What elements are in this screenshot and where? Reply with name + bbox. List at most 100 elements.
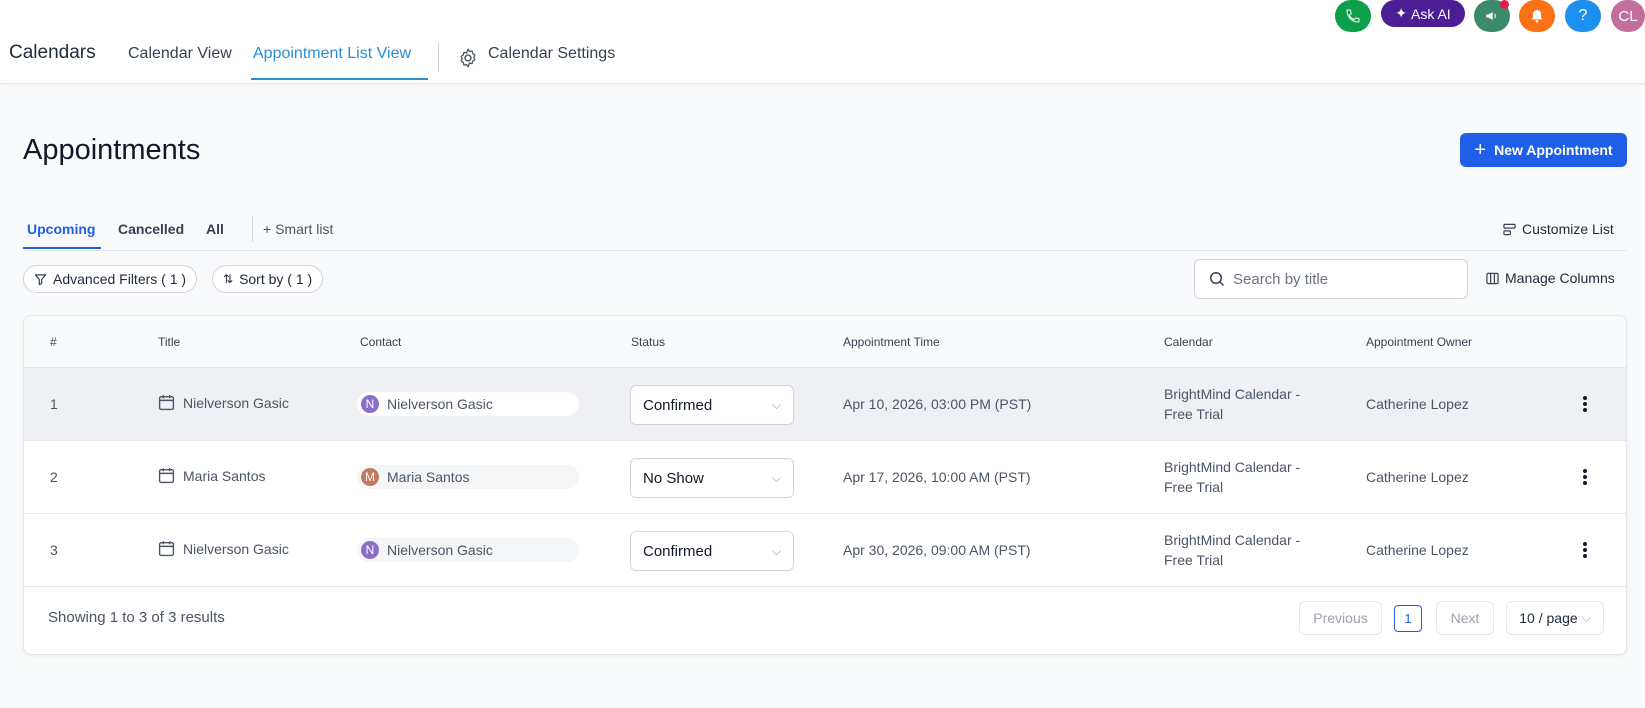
status-value: Confirmed	[643, 396, 713, 414]
more-options-icon[interactable]	[1575, 467, 1595, 487]
chevron-down-icon: ⌵	[1581, 610, 1591, 625]
customize-list-button[interactable]: Customize List	[1503, 221, 1614, 237]
calendar-icon	[158, 468, 175, 484]
phone-icon[interactable]	[1335, 0, 1371, 32]
table-row[interactable]: 3 Nielverson Gasic N Nielverson Gasic Co…	[24, 514, 1626, 587]
column-header-status: Status	[631, 335, 666, 349]
subtab-baseline	[23, 250, 1627, 251]
table-header: # Title Contact Status Appointment Time …	[24, 316, 1626, 368]
appointment-owner: Catherine Lopez	[1366, 469, 1469, 485]
calendar-name: BrightMind Calendar - Free Trial	[1164, 530, 1334, 570]
calendar-name: BrightMind Calendar - Free Trial	[1164, 384, 1334, 424]
advanced-filters-label: Advanced Filters ( 1 )	[53, 271, 187, 287]
appointment-time: Apr 10, 2026, 03:00 PM (PST)	[843, 396, 1032, 412]
table-row[interactable]: 1 Nielverson Gasic N Nielverson Gasic Co…	[24, 368, 1626, 441]
more-options-icon[interactable]	[1575, 540, 1595, 560]
table-row[interactable]: 2 Maria Santos M Maria Santos No Show ⌵ …	[24, 441, 1626, 514]
column-header-number: #	[50, 335, 57, 349]
results-summary: Showing 1 to 3 of 3 results	[48, 609, 225, 626]
app-title: Calendars	[9, 42, 96, 63]
chevron-down-icon: ⌵	[771, 470, 781, 485]
contact-name: Maria Santos	[387, 469, 470, 485]
calendar-name-line2: Free Trial	[1164, 552, 1224, 568]
row-title-text: Maria Santos	[183, 467, 266, 484]
new-appointment-label: New Appointment	[1494, 142, 1613, 158]
page-number-button[interactable]: 1	[1394, 605, 1422, 632]
column-header-appointment-time: Appointment Time	[843, 335, 940, 349]
appointment-owner: Catherine Lopez	[1366, 396, 1469, 412]
per-page-value: 10 / page	[1519, 610, 1578, 626]
active-subtab-indicator	[23, 247, 101, 249]
contact-pill[interactable]: N Nielverson Gasic	[357, 392, 579, 416]
search-icon	[1209, 271, 1225, 287]
gear-icon[interactable]	[457, 47, 479, 69]
row-title-text: Nielverson Gasic	[183, 540, 289, 557]
status-select[interactable]: Confirmed ⌵	[630, 531, 794, 571]
sort-icon: ⇅	[223, 272, 234, 286]
subtab-upcoming[interactable]: Upcoming	[27, 221, 95, 237]
manage-columns-button[interactable]: Manage Columns	[1486, 270, 1615, 286]
status-select[interactable]: Confirmed ⌵	[630, 385, 794, 425]
sort-by-chip[interactable]: ⇅ Sort by ( 1 )	[212, 265, 324, 293]
row-number: 3	[50, 542, 58, 558]
calendar-name: BrightMind Calendar - Free Trial	[1164, 457, 1334, 497]
column-header-calendar: Calendar	[1164, 335, 1213, 349]
tab-appointment-list-view[interactable]: Appointment List View	[253, 45, 411, 63]
per-page-select[interactable]: 10 / page ⌵	[1506, 601, 1604, 635]
plus-icon: +	[1474, 139, 1487, 161]
active-tab-indicator	[251, 78, 428, 80]
nav-divider	[438, 42, 439, 72]
subtab-cancelled[interactable]: Cancelled	[118, 221, 184, 237]
column-header-title: Title	[158, 335, 181, 349]
calendar-name-line1: BrightMind Calendar -	[1164, 532, 1301, 548]
calendar-name-line1: BrightMind Calendar -	[1164, 459, 1301, 475]
new-appointment-button[interactable]: + New Appointment	[1460, 133, 1627, 167]
row-title[interactable]: Maria Santos	[158, 467, 265, 484]
column-header-contact: Contact	[360, 335, 402, 349]
subtab-divider	[252, 216, 253, 242]
calendar-name-line1: BrightMind Calendar -	[1164, 386, 1301, 402]
column-header-owner: Appointment Owner	[1366, 335, 1473, 349]
next-page-button[interactable]: Next	[1436, 601, 1494, 635]
contact-pill[interactable]: N Nielverson Gasic	[357, 538, 579, 562]
status-value: Confirmed	[643, 542, 713, 560]
advanced-filters-chip[interactable]: Advanced Filters ( 1 )	[23, 265, 198, 293]
tab-calendar-view[interactable]: Calendar View	[128, 45, 232, 63]
row-number: 2	[50, 469, 58, 485]
page-title: Appointments	[23, 134, 201, 166]
more-options-icon[interactable]	[1575, 394, 1595, 414]
smart-list-button[interactable]: + Smart list	[263, 221, 333, 237]
appointment-owner: Catherine Lopez	[1366, 542, 1469, 558]
status-value: No Show	[643, 469, 704, 487]
sparkle-icon: ✦	[1395, 5, 1408, 21]
tab-calendar-settings[interactable]: Calendar Settings	[488, 45, 615, 63]
row-title[interactable]: Nielverson Gasic	[158, 394, 289, 411]
top-header: Calendars Calendar View Appointment List…	[0, 0, 1645, 84]
calendar-icon	[158, 395, 175, 411]
previous-page-button[interactable]: Previous	[1299, 601, 1382, 635]
appointment-time: Apr 17, 2026, 10:00 AM (PST)	[843, 469, 1031, 485]
calendar-name-line2: Free Trial	[1164, 479, 1224, 495]
contact-pill[interactable]: M Maria Santos	[357, 465, 579, 489]
ask-ai-button[interactable]: ✦ Ask AI	[1381, 0, 1465, 27]
calendar-name-line2: Free Trial	[1164, 406, 1224, 422]
customize-list-label: Customize List	[1522, 221, 1614, 237]
plus-icon: +	[263, 221, 272, 237]
search-box[interactable]	[1194, 259, 1468, 299]
contact-avatar: N	[361, 541, 379, 559]
customize-icon	[1503, 223, 1516, 235]
row-title-text: Nielverson Gasic	[183, 394, 289, 411]
calendar-icon	[158, 541, 175, 557]
search-input[interactable]	[1233, 270, 1443, 288]
filter-icon	[34, 273, 47, 285]
subtab-all[interactable]: All	[206, 221, 224, 237]
status-select[interactable]: No Show ⌵	[630, 458, 794, 498]
user-avatar[interactable]: CL	[1611, 0, 1645, 32]
bell-icon[interactable]	[1519, 0, 1555, 32]
columns-icon	[1486, 272, 1499, 284]
contact-avatar: M	[361, 468, 379, 486]
row-title[interactable]: Nielverson Gasic	[158, 540, 289, 557]
contact-name: Nielverson Gasic	[387, 542, 493, 558]
contact-name: Nielverson Gasic	[387, 396, 493, 412]
help-icon[interactable]: ?	[1565, 0, 1601, 32]
